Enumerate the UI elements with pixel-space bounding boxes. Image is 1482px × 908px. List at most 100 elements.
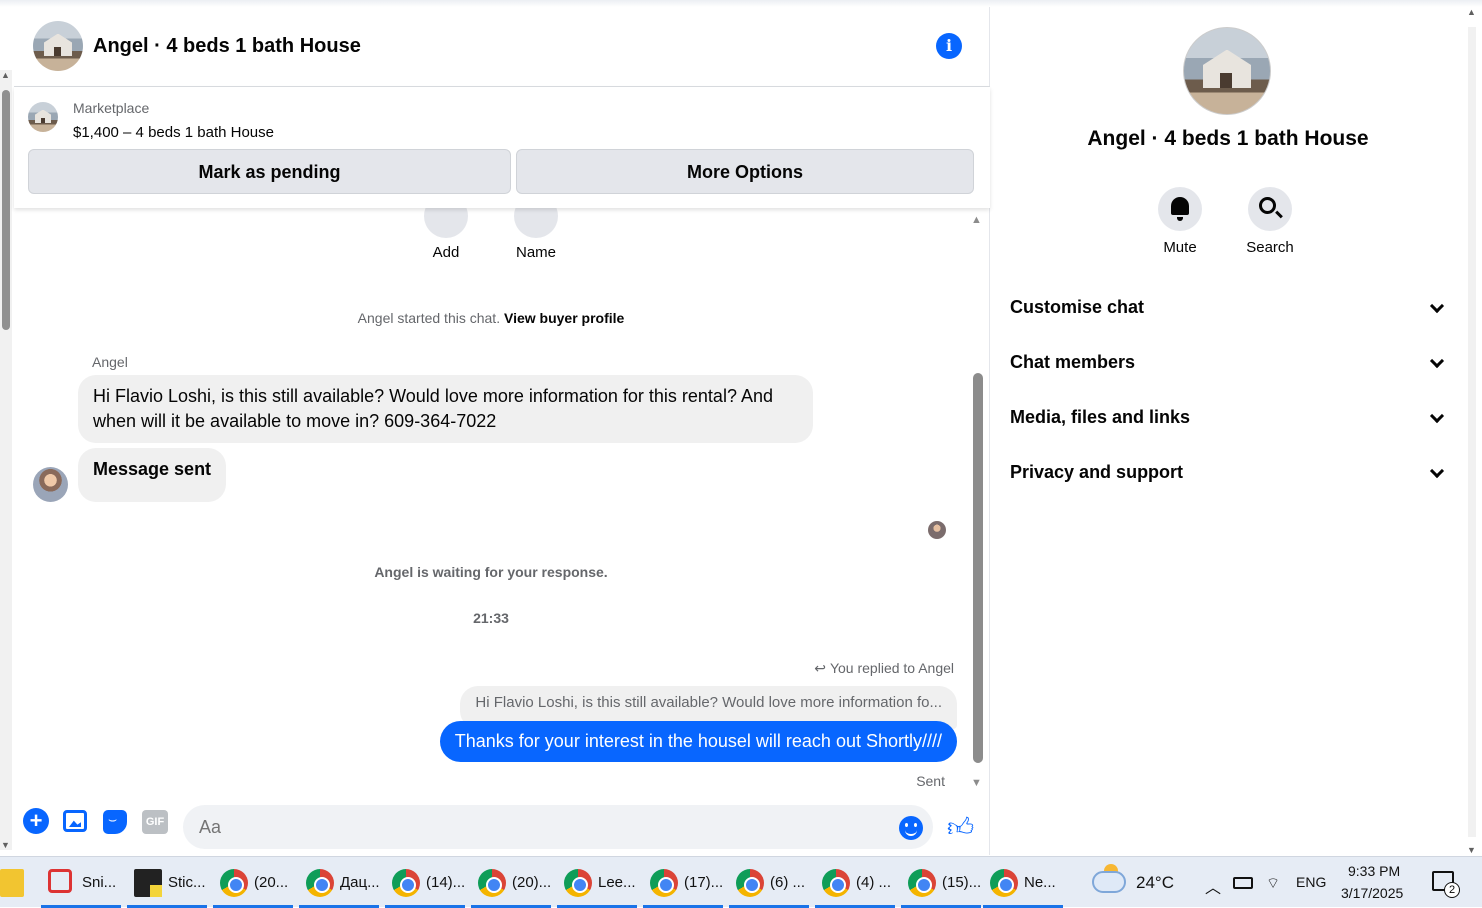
language-indicator[interactable]: ENG [1296,874,1326,890]
taskbar-app[interactable]: Sni... [38,857,122,908]
snipping-tool-icon [48,869,72,893]
add-person-icon[interactable] [424,208,468,238]
taskbar-app[interactable]: Stic... [124,857,208,908]
top-edge [0,0,1482,7]
incoming-message[interactable]: Message sent [78,448,227,502]
taskbar-app[interactable]: (15)... [898,857,982,908]
taskbar-app[interactable]: (17)... [640,857,724,908]
photo-icon[interactable] [63,810,87,832]
taskbar-app[interactable]: (6) ... [726,857,810,908]
cloud-icon [1092,871,1126,893]
reply-icon: ↩ [814,660,826,676]
clock-time[interactable]: 9:33 PM [1348,863,1400,879]
scroll-down-arrow-icon[interactable]: ▼ [1,840,10,850]
taskbar-app[interactable]: (20)... [468,857,552,908]
taskbar-app-label: Lee... [598,874,636,891]
sent-status: Sent [916,773,945,789]
emoji-icon[interactable] [899,816,923,840]
taskbar-app-label: (20... [254,874,289,891]
sender-avatar[interactable] [33,467,68,502]
chrome-icon [650,869,678,897]
section-chat-members[interactable]: Chat members [1010,352,1446,382]
mute-label: Mute [1163,239,1197,256]
gif-icon[interactable]: GIF [142,810,168,834]
scroll-up-arrow-icon[interactable]: ▲ [1,70,10,80]
notification-count: 2 [1444,882,1460,898]
section-media-files-links[interactable]: Media, files and links [1010,407,1446,437]
chat-scrollbar-thumb[interactable] [973,373,983,763]
chat-header: Angel · 4 beds 1 bath House i [14,7,990,87]
section-label: Privacy and support [1010,462,1184,482]
taskbar-app[interactable]: (4) ... [812,857,896,908]
chat-scrollbar[interactable]: ▲ ▼ [970,214,986,789]
message-input[interactable] [183,805,933,849]
taskbar-app[interactable]: Дац... [296,857,380,908]
view-buyer-profile-link[interactable]: View buyer profile [504,310,624,326]
chat-scroll-up-icon[interactable]: ▲ [971,214,982,226]
listing-thumbnail[interactable] [28,102,58,132]
chat-panel: Angel · 4 beds 1 bath House i Marketplac… [14,7,990,855]
taskbar-app-label: Stic... [168,874,206,891]
page-scrollbar[interactable]: ▲ ▼ [0,70,12,850]
battery-icon[interactable] [1233,877,1253,889]
add-people-action[interactable]: Add [411,208,481,261]
sticker-icon[interactable] [103,810,127,834]
section-privacy-support[interactable]: Privacy and support [1010,462,1446,492]
name-chat-action[interactable]: Name [501,208,571,261]
search-circle[interactable] [1248,187,1292,231]
chrome-icon [822,869,850,897]
mark-as-pending-button[interactable]: Mark as pending [28,149,511,194]
more-options-button[interactable]: More Options [516,149,974,194]
clock-date[interactable]: 3/17/2025 [1341,885,1403,901]
name-label: Name [515,244,556,261]
chevron-down-icon[interactable] [1429,353,1445,369]
taskbar-app[interactable]: Lee... [554,857,638,908]
chat-started-text: Angel started this chat. [357,310,501,326]
plus-icon[interactable]: + [23,808,49,834]
page-scrollbar-thumb[interactable] [2,90,10,330]
marketplace-label: Marketplace [73,100,150,116]
taskbar-app-label: (15)... [942,874,982,891]
listing-avatar[interactable] [33,21,83,71]
chat-scroll-down-icon[interactable]: ▼ [971,777,982,789]
mute-button[interactable]: Mute [1140,187,1220,256]
section-customise-chat[interactable]: Customise chat [1010,297,1446,327]
reply-indicator: ↩ You replied to Angel [814,660,954,677]
chat-title[interactable]: Angel · 4 beds 1 bath House [93,35,361,58]
notification-icon[interactable]: 2 [1432,871,1460,898]
thumbs-up-icon[interactable]: 👍︎ [947,812,974,843]
chevron-up-icon[interactable]: ︿ [1205,874,1221,898]
search-label: Search [1246,239,1294,256]
taskbar-app[interactable]: Ne... [980,857,1064,908]
pencil-icon[interactable] [514,208,558,238]
taskbar-file-explorer[interactable] [0,857,32,908]
info-avatar[interactable] [1183,27,1271,115]
search-icon [1259,197,1276,214]
chevron-down-icon[interactable] [1429,408,1445,424]
window-scrollbar-thumb[interactable] [1468,27,1476,837]
chevron-down-icon[interactable] [1429,298,1445,314]
wifi-icon[interactable]: ⌔ [1266,874,1280,893]
taskbar-app[interactable]: (20... [210,857,294,908]
search-button[interactable]: Search [1230,187,1310,256]
outgoing-message[interactable]: Thanks for your interest in the housel w… [439,721,957,762]
scroll-up-arrow-icon[interactable]: ▲ [1467,7,1476,17]
taskbar-app-label: (14)... [426,874,466,891]
taskbar-app-label: Дац... [340,874,380,891]
scroll-down-arrow-icon[interactable]: ▼ [1467,845,1476,855]
taskbar-app-label: (4) ... [856,874,892,891]
listing-price[interactable]: $1,400 – 4 beds 1 bath House [73,124,274,141]
info-icon[interactable]: i [936,33,962,59]
bell-icon [1171,197,1189,221]
marketplace-card: Marketplace $1,400 – 4 beds 1 bath House… [14,87,990,208]
chevron-down-icon[interactable] [1429,463,1445,479]
mute-circle[interactable] [1158,187,1202,231]
window-scrollbar[interactable]: ▲ ▼ [1465,7,1482,855]
chrome-icon [392,869,420,897]
chrome-icon [736,869,764,897]
timestamp: 21:33 [473,610,509,626]
incoming-message[interactable]: Hi Flavio Loshi, is this still available… [78,375,813,443]
taskbar-app[interactable]: (14)... [382,857,466,908]
section-label: Chat members [1010,352,1136,372]
seen-receipt-avatar [928,521,946,539]
